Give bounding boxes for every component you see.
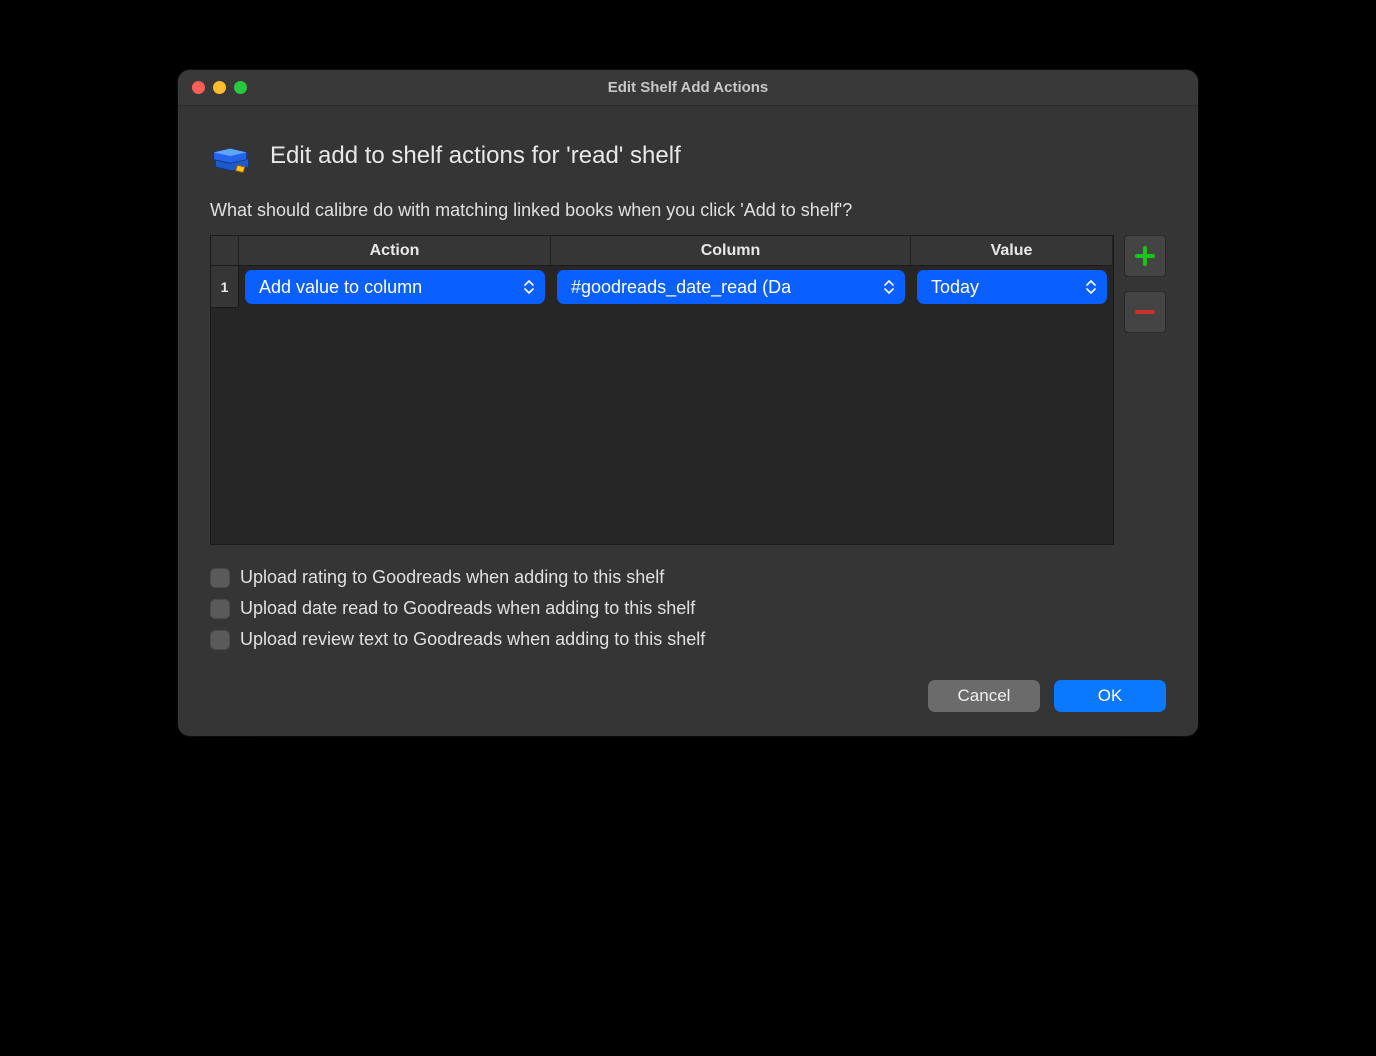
column-header-column: Column	[551, 236, 911, 265]
action-select-value: Add value to column	[259, 277, 422, 298]
dialog-title: Edit add to shelf actions for 'read' she…	[270, 142, 681, 170]
traffic-lights	[178, 81, 247, 94]
upload-review-label: Upload review text to Goodreads when add…	[240, 629, 705, 650]
upload-date-read-checkbox[interactable]	[210, 599, 230, 619]
upload-rating-checkbox-row[interactable]: Upload rating to Goodreads when adding t…	[210, 567, 1166, 588]
upload-review-checkbox-row[interactable]: Upload review text to Goodreads when add…	[210, 629, 1166, 650]
upload-rating-checkbox[interactable]	[210, 568, 230, 588]
upload-date-read-label: Upload date read to Goodreads when addin…	[240, 598, 695, 619]
column-select[interactable]: #goodreads_date_read (Da	[557, 270, 905, 304]
table-header: Action Column Value	[211, 236, 1113, 266]
chevron-up-down-icon	[519, 274, 539, 300]
table-body: 1 Add value to column	[211, 266, 1113, 544]
column-select-value: #goodreads_date_read (Da	[571, 277, 791, 298]
upload-rating-label: Upload rating to Goodreads when adding t…	[240, 567, 664, 588]
window-title: Edit Shelf Add Actions	[178, 79, 1198, 96]
zoom-window-button[interactable]	[234, 81, 247, 94]
close-window-button[interactable]	[192, 81, 205, 94]
minus-icon	[1134, 301, 1156, 323]
plus-icon	[1134, 245, 1156, 267]
dialog-content: Edit add to shelf actions for 'read' she…	[178, 106, 1198, 736]
chevron-up-down-icon	[1081, 274, 1101, 300]
column-header-value: Value	[911, 236, 1113, 265]
dialog-description: What should calibre do with matching lin…	[210, 200, 1166, 221]
ok-button[interactable]: OK	[1054, 680, 1166, 712]
row-index: 1	[211, 266, 239, 308]
dialog-footer: Cancel OK	[210, 680, 1166, 712]
table-row: 1 Add value to column	[211, 266, 1113, 308]
titlebar: Edit Shelf Add Actions	[178, 70, 1198, 106]
upload-date-read-checkbox-row[interactable]: Upload date read to Goodreads when addin…	[210, 598, 1166, 619]
cancel-button[interactable]: Cancel	[928, 680, 1040, 712]
books-icon	[210, 134, 254, 178]
remove-row-button[interactable]	[1124, 291, 1166, 333]
chevron-up-down-icon	[879, 274, 899, 300]
dialog-window: Edit Shelf Add Actions Edit add to shelf…	[178, 70, 1198, 736]
column-header-action: Action	[239, 236, 551, 265]
add-row-button[interactable]	[1124, 235, 1166, 277]
table-wrapper: Action Column Value 1 Add value to colum…	[210, 235, 1166, 545]
column-header-index	[211, 236, 239, 265]
dialog-header: Edit add to shelf actions for 'read' she…	[210, 134, 1166, 178]
upload-review-checkbox[interactable]	[210, 630, 230, 650]
checkbox-group: Upload rating to Goodreads when adding t…	[210, 567, 1166, 650]
value-select-value: Today	[931, 277, 979, 298]
actions-table: Action Column Value 1 Add value to colum…	[210, 235, 1114, 545]
row-buttons	[1124, 235, 1166, 333]
action-select[interactable]: Add value to column	[245, 270, 545, 304]
value-select[interactable]: Today	[917, 270, 1107, 304]
minimize-window-button[interactable]	[213, 81, 226, 94]
